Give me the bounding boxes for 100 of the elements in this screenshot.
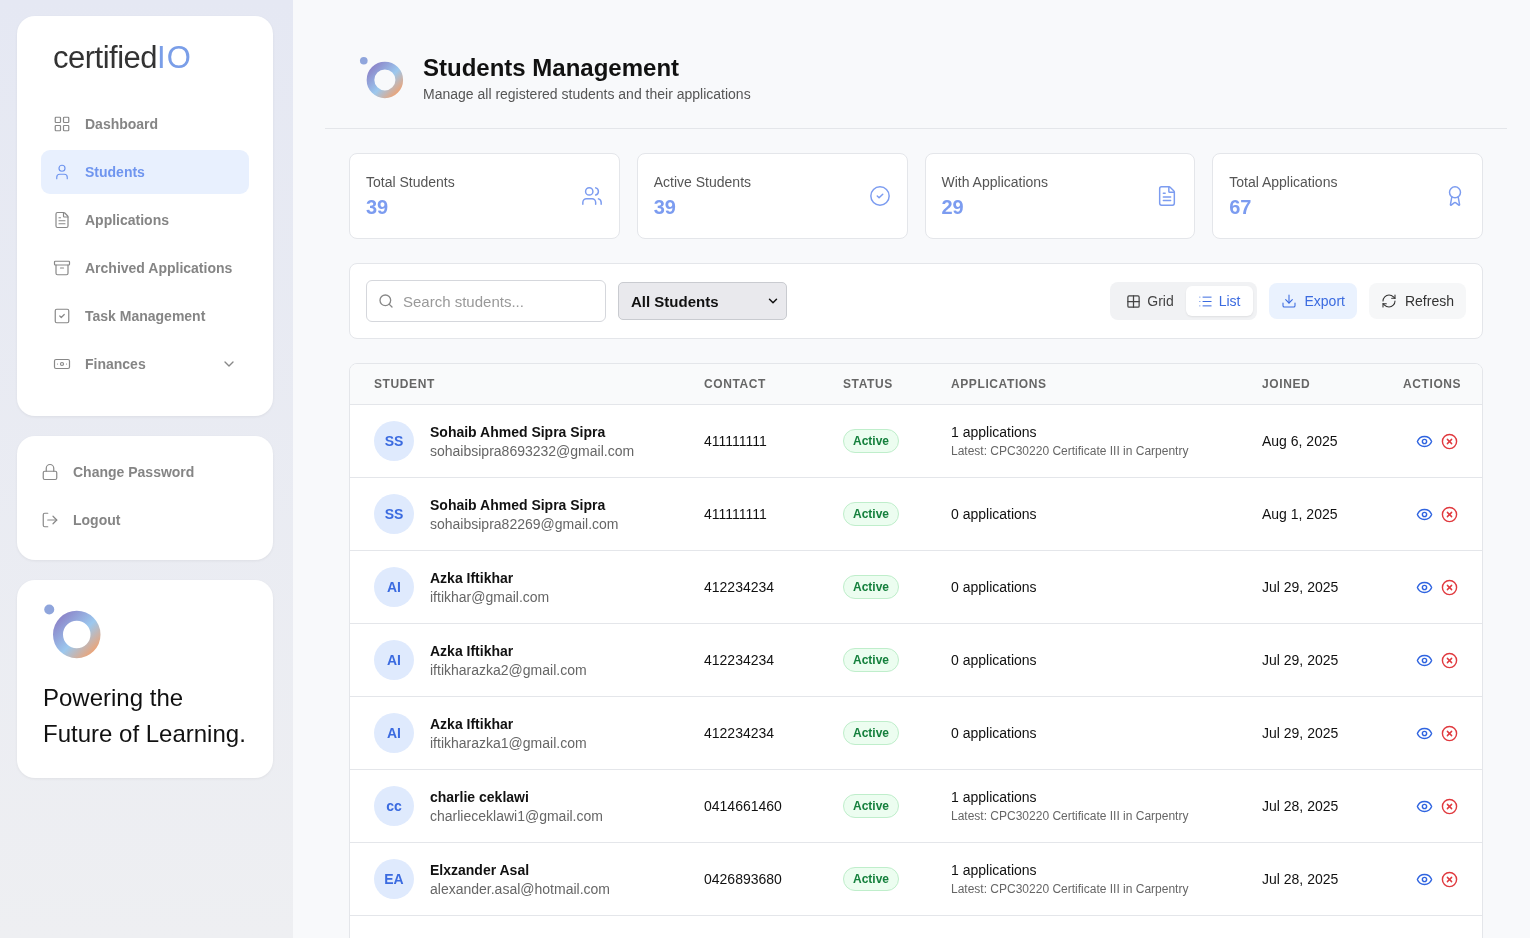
status-badge: Active bbox=[843, 867, 900, 891]
student-name: Sohaib Ahmed Sipra Sipra bbox=[430, 496, 607, 513]
grid-icon bbox=[1126, 293, 1142, 309]
stat-value: 29 bbox=[941, 195, 965, 219]
delete-button[interactable] bbox=[1441, 870, 1458, 888]
status-badge: Active bbox=[843, 794, 900, 818]
delete-button[interactable] bbox=[1441, 578, 1458, 596]
close-icon bbox=[1441, 870, 1458, 888]
avatar: AI bbox=[374, 640, 414, 680]
contact-cell-text: 0414661460 bbox=[704, 798, 783, 814]
latest-application: Latest: CPC30220 Certificate III in Carpentry bbox=[951, 444, 1190, 458]
sidebar-item[interactable]: Finances bbox=[41, 342, 249, 386]
contact-cell-text: 412234234 bbox=[704, 725, 776, 741]
latest-application: Latest: CPC30220 Certificate III in Carpentry bbox=[951, 809, 1190, 823]
stat-value: 39 bbox=[366, 195, 390, 219]
check-circle-icon bbox=[868, 185, 891, 207]
student-email: iftikhar@gmail.com bbox=[430, 588, 550, 605]
refresh-icon bbox=[1380, 293, 1397, 309]
close-icon bbox=[1441, 505, 1458, 523]
contact-cell-text: 0426893680 bbox=[704, 871, 783, 887]
view-tab[interactable]: Grid bbox=[1114, 286, 1186, 316]
close-icon bbox=[1441, 651, 1458, 669]
applications-count: 0 applications bbox=[951, 725, 1038, 741]
document-icon bbox=[53, 211, 71, 229]
column-header: ACTIONS bbox=[1403, 377, 1462, 391]
list-icon bbox=[1197, 293, 1213, 309]
applications-count: 1 applications bbox=[951, 862, 1038, 878]
brand-logo: certifiedIO bbox=[53, 40, 193, 76]
applications-count: 1 applications bbox=[951, 424, 1038, 440]
student-name: Elxzander Asal bbox=[430, 861, 531, 878]
status-badge: Active bbox=[843, 575, 900, 599]
delete-button[interactable] bbox=[1441, 797, 1458, 815]
joined-date: Jul 29, 2025 bbox=[1262, 725, 1340, 741]
avatar: SS bbox=[374, 494, 414, 534]
stat-value: 39 bbox=[653, 195, 677, 219]
close-icon bbox=[1441, 724, 1458, 742]
column-header: CONTACT bbox=[704, 377, 767, 391]
grid-icon bbox=[53, 115, 71, 133]
logo-icon bbox=[359, 55, 405, 101]
student-email: sohaibsipra82269@gmail.com bbox=[430, 515, 619, 532]
joined-date: Aug 1, 2025 bbox=[1262, 506, 1339, 522]
tagline: Powering the Future of Learning. bbox=[43, 683, 247, 749]
stat-label: Active Students bbox=[653, 173, 752, 190]
student-name: Sohaib Ahmed Sipra Sipra bbox=[430, 423, 607, 440]
applications-count: 0 applications bbox=[951, 652, 1038, 668]
download-icon bbox=[1280, 293, 1297, 309]
stat-label: With Applications bbox=[941, 173, 1049, 190]
avatar: EA bbox=[374, 859, 414, 899]
refresh-button[interactable]: Refresh bbox=[1368, 283, 1466, 319]
contact-cell-text: 411111111 bbox=[704, 433, 768, 449]
column-header: APPLICATIONS bbox=[951, 377, 1048, 391]
column-header: JOINED bbox=[1262, 377, 1312, 391]
applications-count: 1 applications bbox=[951, 789, 1038, 805]
sidebar-item[interactable]: Applications bbox=[41, 198, 249, 242]
contact-cell-text: 411111111 bbox=[704, 506, 768, 522]
sidebar-item[interactable]: Archived Applications bbox=[41, 246, 249, 290]
delete-button[interactable] bbox=[1441, 432, 1458, 450]
sidebar-item[interactable]: Dashboard bbox=[41, 102, 249, 146]
student-name: charlie ceklawi bbox=[430, 788, 530, 805]
sidebar-item[interactable]: Change Password bbox=[41, 450, 249, 494]
stat-value: 67 bbox=[1229, 195, 1253, 219]
student-email: alexander.asal@hotmail.com bbox=[430, 880, 610, 897]
sidebar-item[interactable]: Logout bbox=[41, 498, 249, 542]
delete-button[interactable] bbox=[1441, 724, 1458, 742]
contact-cell-text: 412234234 bbox=[704, 579, 776, 595]
close-icon bbox=[1441, 432, 1458, 450]
user-icon bbox=[53, 163, 71, 181]
column-header: STUDENT bbox=[374, 377, 436, 391]
status-badge: Active bbox=[843, 429, 900, 453]
contact-cell-text: 412234234 bbox=[704, 652, 776, 668]
sidebar-item[interactable]: Task Management bbox=[41, 294, 249, 338]
export-button[interactable]: Export bbox=[1268, 283, 1357, 319]
view-tab[interactable]: List bbox=[1185, 286, 1253, 316]
student-email: iftikharazka2@gmail.com bbox=[430, 661, 587, 678]
student-name: Azka Iftikhar bbox=[430, 715, 515, 732]
archive-icon bbox=[53, 259, 71, 277]
joined-date: Jul 28, 2025 bbox=[1262, 798, 1340, 814]
users-icon bbox=[580, 185, 603, 207]
delete-button[interactable] bbox=[1441, 651, 1458, 669]
latest-application: Latest: CPC30220 Certificate III in Carpentry bbox=[951, 882, 1190, 896]
sidebar-item[interactable]: Students bbox=[41, 150, 249, 194]
delete-button[interactable] bbox=[1441, 505, 1458, 523]
avatar: AI bbox=[374, 567, 414, 607]
avatar: AI bbox=[374, 713, 414, 753]
status-badge: Active bbox=[843, 648, 900, 672]
student-email: iftikharazka1@gmail.com bbox=[430, 734, 587, 751]
column-header: STATUS bbox=[843, 377, 894, 391]
avatar: cc bbox=[374, 786, 414, 826]
page-subtitle: Manage all registered students and their applications bbox=[423, 86, 751, 102]
search-field[interactable]: Search students... bbox=[366, 280, 606, 322]
avatar: SS bbox=[374, 421, 414, 461]
status-badge: Active bbox=[843, 502, 900, 526]
close-icon bbox=[1441, 797, 1458, 815]
applications-count: 0 applications bbox=[951, 579, 1038, 595]
student-email: sohaibsipra8693232@gmail.com bbox=[430, 442, 635, 459]
page-title: Students Management bbox=[423, 54, 681, 82]
filter-dropdown[interactable]: All Students bbox=[618, 282, 787, 320]
student-email: charlieceklawi1@gmail.com bbox=[430, 807, 603, 824]
joined-date: Jul 29, 2025 bbox=[1262, 652, 1340, 668]
joined-date: Jul 29, 2025 bbox=[1262, 579, 1340, 595]
